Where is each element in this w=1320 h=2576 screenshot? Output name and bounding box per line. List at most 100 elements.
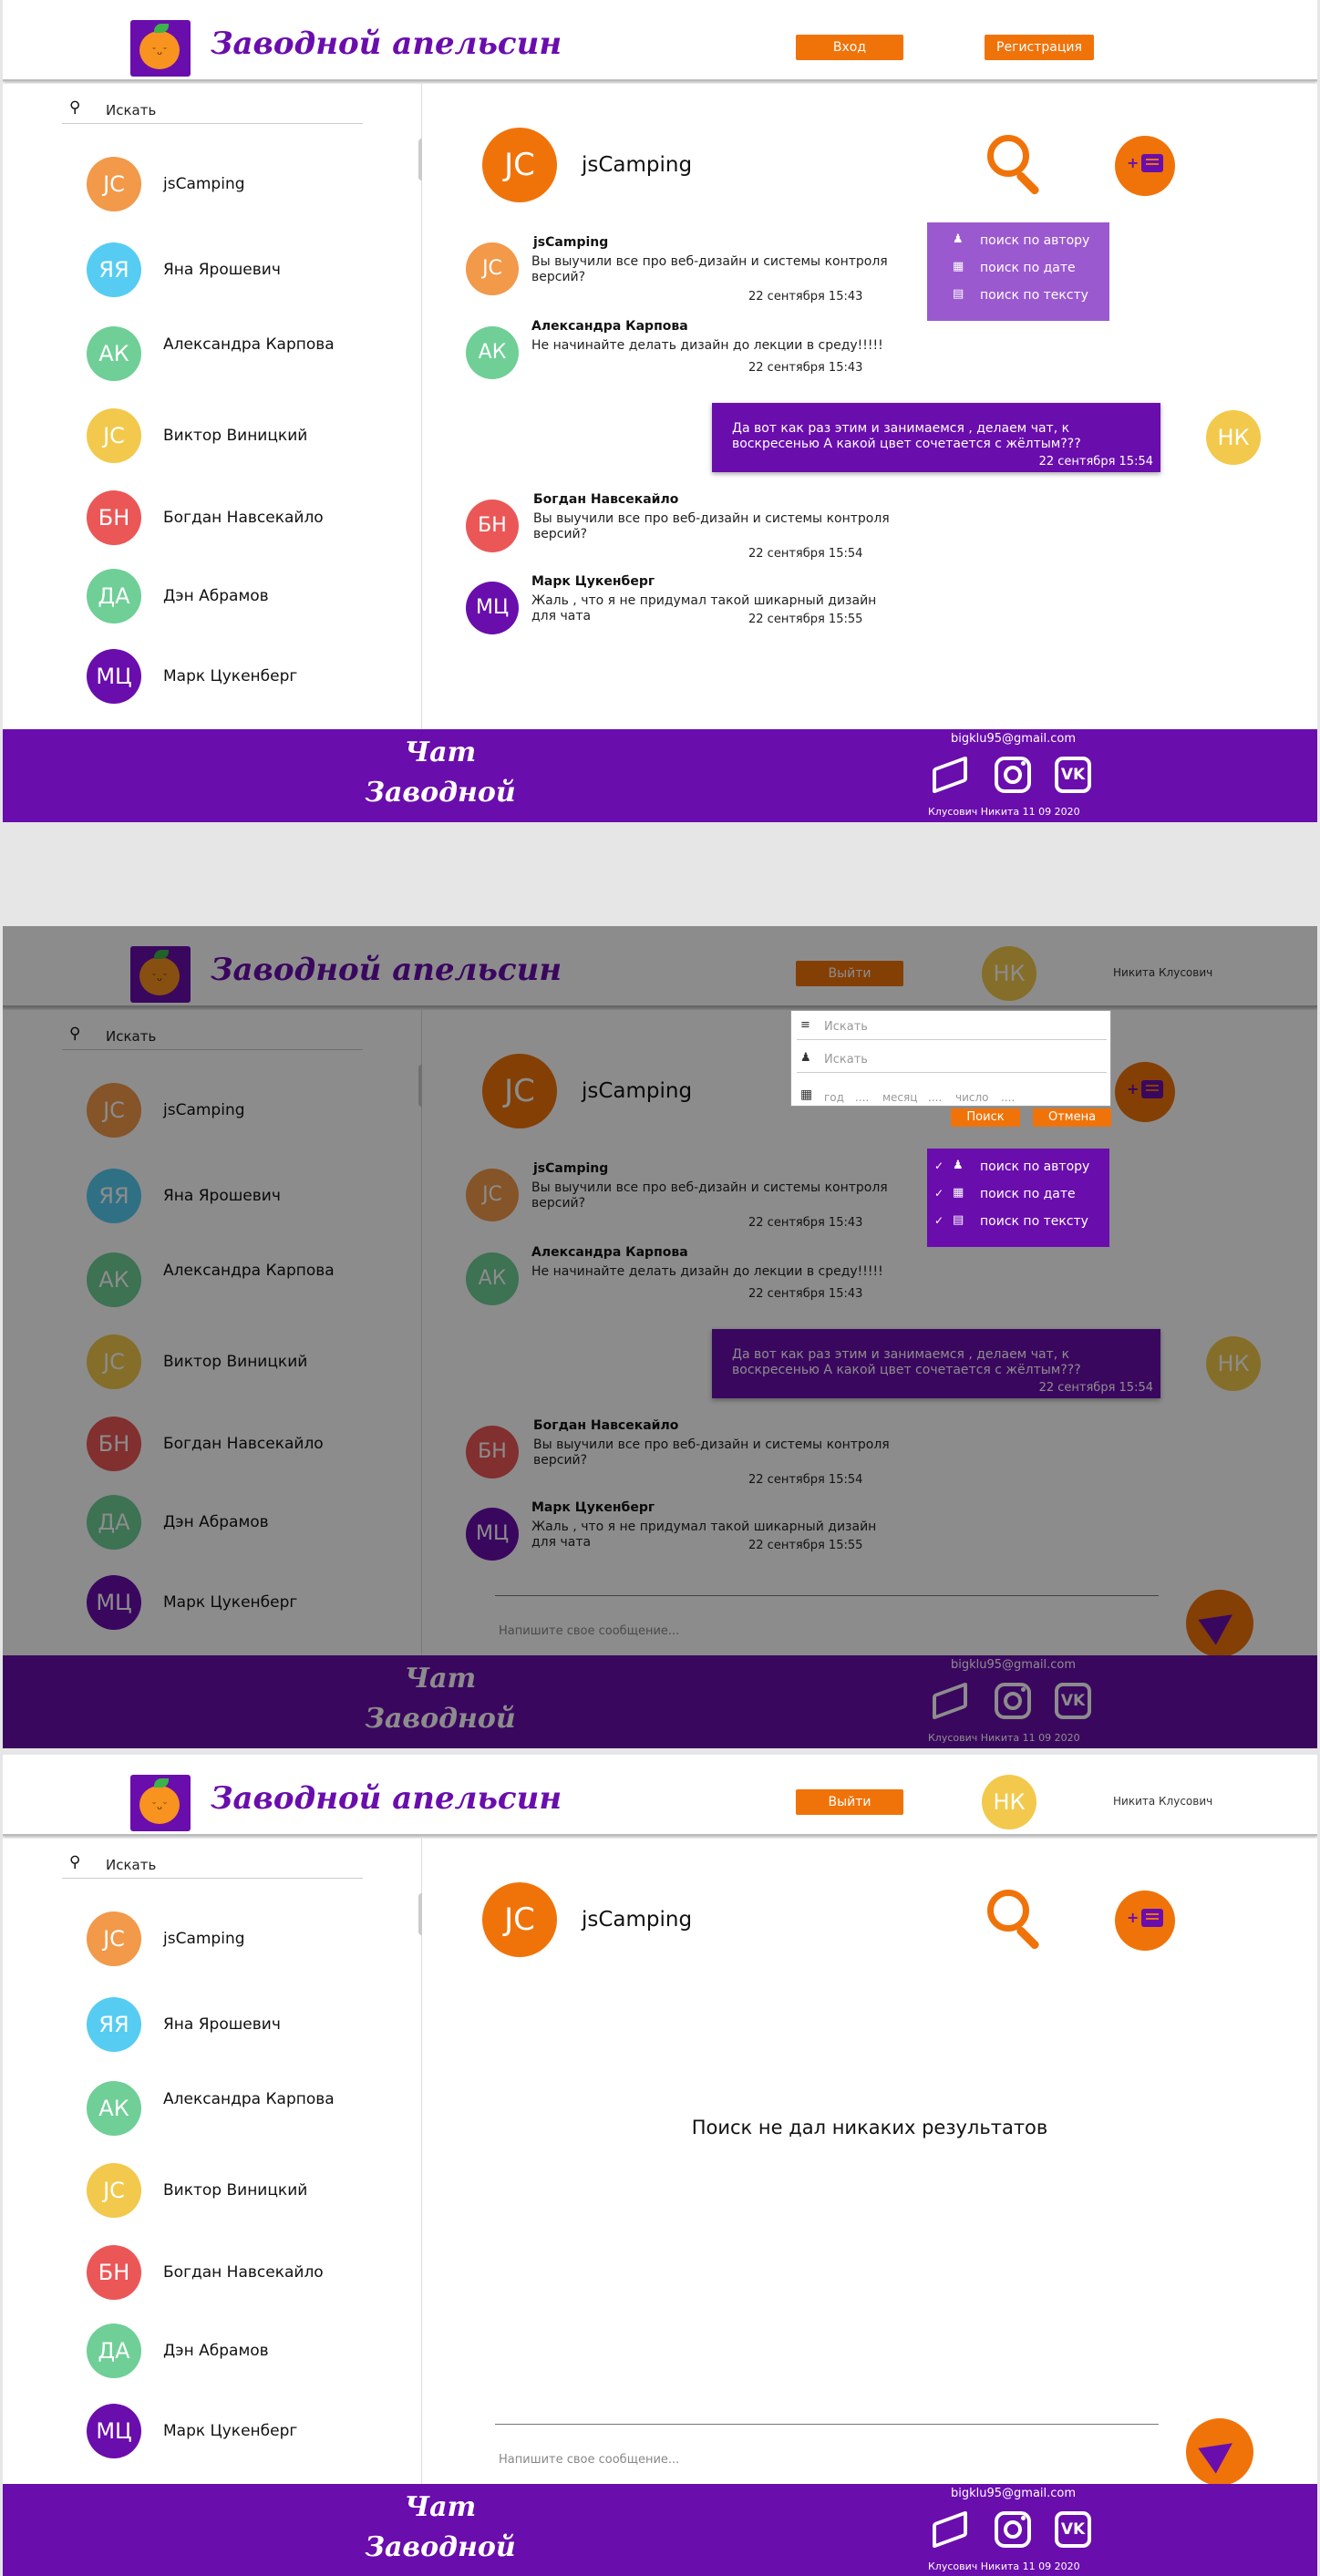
text-icon: ≡ xyxy=(800,1018,810,1032)
sidebar: ⚲ Искать JC jsCamping ЯЯ Яна Ярошевич АК Ал… xyxy=(3,1839,425,2484)
check-icon: ✓ xyxy=(934,1214,944,1227)
screen-search-popup: ˘ᴗ˘ Заводной апельсин Выйти НК Никита Кл… xyxy=(3,926,1317,1748)
day-field[interactable]: число xyxy=(955,1091,989,1104)
search-filter-menu: ✓ ♟ поиск по автору ✓ ▦ поиск по дате ✓ ▤ поис… xyxy=(927,1149,1109,1247)
telegram-icon[interactable] xyxy=(931,755,971,795)
document-icon: ▤ xyxy=(953,1213,964,1227)
new-chat-button[interactable]: + xyxy=(1115,136,1175,196)
check-icon: ✓ xyxy=(934,1159,944,1172)
avatar: JC xyxy=(87,2163,141,2218)
contact-item[interactable]: JC Виктор Виницкий xyxy=(87,408,387,465)
chat-title: jsCamping xyxy=(582,153,693,177)
user-avatar[interactable]: НК xyxy=(982,1775,1036,1829)
avatar: БН xyxy=(87,2245,141,2300)
contact-item[interactable]: БН Богдан Навсекайло xyxy=(87,2245,387,2302)
search-input[interactable]: ⚲ Искать xyxy=(62,97,363,124)
avatar: ДА xyxy=(87,2324,141,2378)
message: БН Богдан Навсекайло Вы выучили все про … xyxy=(466,490,976,565)
check-icon: ✓ xyxy=(934,1187,944,1200)
avatar: НК xyxy=(1206,410,1261,465)
screen-guest: ˘ᴗ˘ Заводной апельсин Вход Регистрация ⚲… xyxy=(3,0,1317,822)
calendar-icon: ▦ xyxy=(800,1087,813,1102)
instagram-icon[interactable] xyxy=(993,755,1033,795)
contact-item[interactable]: JC Виктор Виницкий xyxy=(87,2163,387,2220)
avatar: МЦ xyxy=(87,649,141,704)
telegram-icon[interactable] xyxy=(931,2509,971,2550)
footer-email[interactable]: bigklu95@gmail.com xyxy=(951,2487,1076,2500)
search-icon: ⚲ xyxy=(69,98,81,117)
filter-date[interactable]: ✓ ▦ поиск по дате xyxy=(927,1181,1109,1209)
logo-icon[interactable]: ˘ᴗ˘ xyxy=(130,1775,191,1831)
avatar: АК xyxy=(87,2081,141,2136)
search-icon: ⚲ xyxy=(69,1853,81,1871)
message: АК Александра Карпова Не начинайте делат… xyxy=(466,317,976,392)
calendar-icon: ▦ xyxy=(953,1186,964,1200)
instagram-icon[interactable] xyxy=(993,2509,1033,2550)
chat-panel: JC jsCamping + Поиск не дал никаких резу… xyxy=(422,1839,1317,2486)
login-button[interactable]: Вход xyxy=(796,35,903,60)
brand-title: Заводной апельсин xyxy=(211,26,562,62)
chat-avatar: JC xyxy=(482,1882,557,1957)
vk-icon[interactable]: VK xyxy=(1053,755,1093,795)
header: ˘ᴗ˘ Заводной апельсин Выйти НК Никита Кл… xyxy=(3,1755,1317,1836)
user-name: Никита Клусович xyxy=(1113,1795,1213,1808)
register-button[interactable]: Регистрация xyxy=(985,35,1094,60)
contact-item[interactable]: ЯЯ Яна Ярошевич xyxy=(87,242,387,299)
search-input[interactable]: ⚲ Искать xyxy=(62,1851,363,1879)
avatar: БН xyxy=(466,500,519,552)
new-chat-button[interactable]: + xyxy=(1115,1891,1175,1951)
chat-panel: JC jsCamping + ♟ поиск по автору ▦ поиск п… xyxy=(422,84,1317,729)
footer-email[interactable]: bigklu95@gmail.com xyxy=(951,732,1076,746)
contact-item[interactable]: АК Александра Карпова xyxy=(87,326,387,383)
contact-item[interactable]: JC jsCamping xyxy=(87,157,387,213)
contact-item[interactable]: ДА Дэн Абрамов xyxy=(87,2324,387,2380)
filter-author[interactable]: ✓ ♟ поиск по автору xyxy=(927,1154,1109,1181)
contact-item[interactable]: БН Богдан Навсекайло xyxy=(87,490,387,547)
avatar: JC xyxy=(87,157,141,211)
footer-title: ЧатЗаводной апельсин xyxy=(365,2491,516,2576)
message: МЦ Марк Цукенберг Жаль , что я не придум… xyxy=(466,572,976,647)
avatar: ЯЯ xyxy=(87,242,141,297)
search-submit-button[interactable]: Поиск xyxy=(951,1108,1020,1127)
chat-avatar: JC xyxy=(482,128,557,202)
contact-item[interactable]: АК Александра Карпова xyxy=(87,2081,387,2138)
footer-copyright: Клусович Никита 11 09 2020 xyxy=(928,806,1080,818)
contact-item[interactable]: МЦ Марк Цукенберг xyxy=(87,2404,387,2460)
send-icon xyxy=(1198,2430,1242,2474)
filter-text[interactable]: ✓ ▤ поиск по тексту xyxy=(927,1209,1109,1236)
avatar: ЯЯ xyxy=(87,1997,141,2052)
screen-no-results: ˘ᴗ˘ Заводной апельсин Выйти НК Никита Кл… xyxy=(3,1755,1317,2576)
avatar: БН xyxy=(87,490,141,545)
contact-item[interactable]: ЯЯ Яна Ярошевич xyxy=(87,1997,387,2054)
logo-icon[interactable]: ˘ᴗ˘ xyxy=(130,20,191,77)
contact-item[interactable]: JC jsCamping xyxy=(87,1911,387,1968)
footer-title: ЧатЗаводной апельсин xyxy=(365,737,516,822)
message-input-line xyxy=(495,2424,1159,2425)
send-button[interactable] xyxy=(1186,2418,1253,2486)
modal-overlay[interactable] xyxy=(3,926,1317,1748)
year-field[interactable]: год xyxy=(824,1091,844,1104)
search-icon[interactable] xyxy=(987,1890,1042,1951)
contact-item[interactable]: ДА Дэн Абрамов xyxy=(87,569,387,625)
avatar: ДА xyxy=(87,569,141,623)
search-icon[interactable] xyxy=(987,135,1042,196)
message: JC jsCamping Вы выучили все про веб-диза… xyxy=(466,233,976,308)
contact-item[interactable]: МЦ Марк Цукенберг xyxy=(87,649,387,706)
search-popup: ≡ Искать ♟ Искать ▦ год .... месяц .... чи… xyxy=(790,1010,1111,1107)
avatar: МЦ xyxy=(466,582,519,634)
author-search-field[interactable]: ♟ Искать xyxy=(797,1046,1107,1073)
month-field[interactable]: месяц xyxy=(882,1091,917,1104)
person-icon: ♟ xyxy=(953,1159,964,1172)
sidebar: ⚲ Искать JC jsCamping ЯЯ Яна Ярошевич АК Ал… xyxy=(3,84,425,729)
avatar: JC xyxy=(87,1911,141,1966)
logout-button[interactable]: Выйти xyxy=(796,1789,903,1815)
avatar: АК xyxy=(87,326,141,381)
text-search-field[interactable]: ≡ Искать xyxy=(797,1013,1107,1040)
vk-icon[interactable]: VK xyxy=(1053,2509,1093,2550)
message-input[interactable]: Напишите свое сообщение... xyxy=(499,2453,679,2467)
brand-title: Заводной апельсин xyxy=(211,1780,562,1817)
empty-search-message: Поиск не дал никаких результатов xyxy=(691,2117,1048,2138)
avatar: АК xyxy=(466,326,519,379)
search-cancel-button[interactable]: Отмена xyxy=(1033,1108,1111,1127)
header: ˘ᴗ˘ Заводной апельсин Вход Регистрация xyxy=(3,0,1317,81)
